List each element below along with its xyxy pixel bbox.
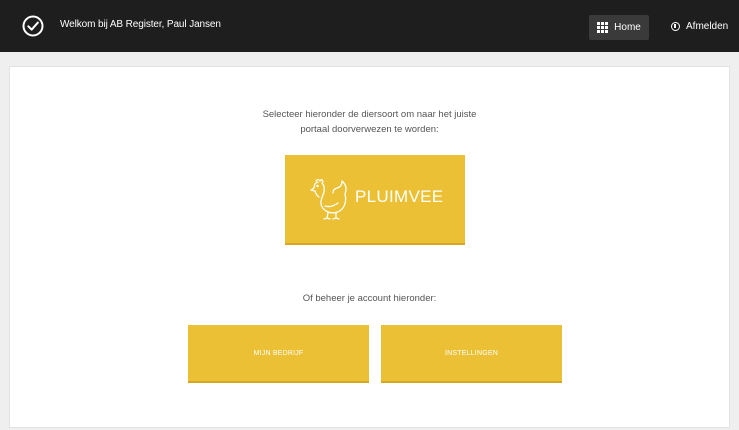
account-intro-text: Of beheer je account hieronder: bbox=[302, 293, 437, 304]
instellingen-button[interactable]: INSTELLINGEN bbox=[381, 325, 562, 381]
top-navigation-bar: Welkom bij AB Register, Paul Jansen Home… bbox=[0, 0, 739, 52]
intro-line-2: portaal doorverwezen te worden: bbox=[300, 124, 439, 135]
home-button-label: Home bbox=[614, 22, 641, 33]
logout-button[interactable]: Afmelden bbox=[671, 21, 728, 32]
grid-icon bbox=[597, 22, 609, 33]
pluimvee-button[interactable]: PLUIMVEE bbox=[285, 155, 465, 243]
mijn-bedrijf-button[interactable]: MIJN BEDRIJF bbox=[188, 325, 369, 381]
intro-line-1: Selecteer hieronder de diersoort om naar… bbox=[262, 109, 477, 120]
intro-text: Selecteer hieronder de diersoort om naar… bbox=[0, 107, 739, 137]
power-icon bbox=[671, 22, 680, 31]
chicken-icon bbox=[310, 178, 347, 220]
welcome-message: Welkom bij AB Register, Paul Jansen bbox=[60, 19, 221, 30]
home-button[interactable]: Home bbox=[589, 15, 649, 40]
checkmark-circle-icon[interactable] bbox=[22, 15, 44, 37]
logout-button-label: Afmelden bbox=[686, 21, 729, 32]
pluimvee-label: PLUIMVEE bbox=[355, 187, 444, 206]
